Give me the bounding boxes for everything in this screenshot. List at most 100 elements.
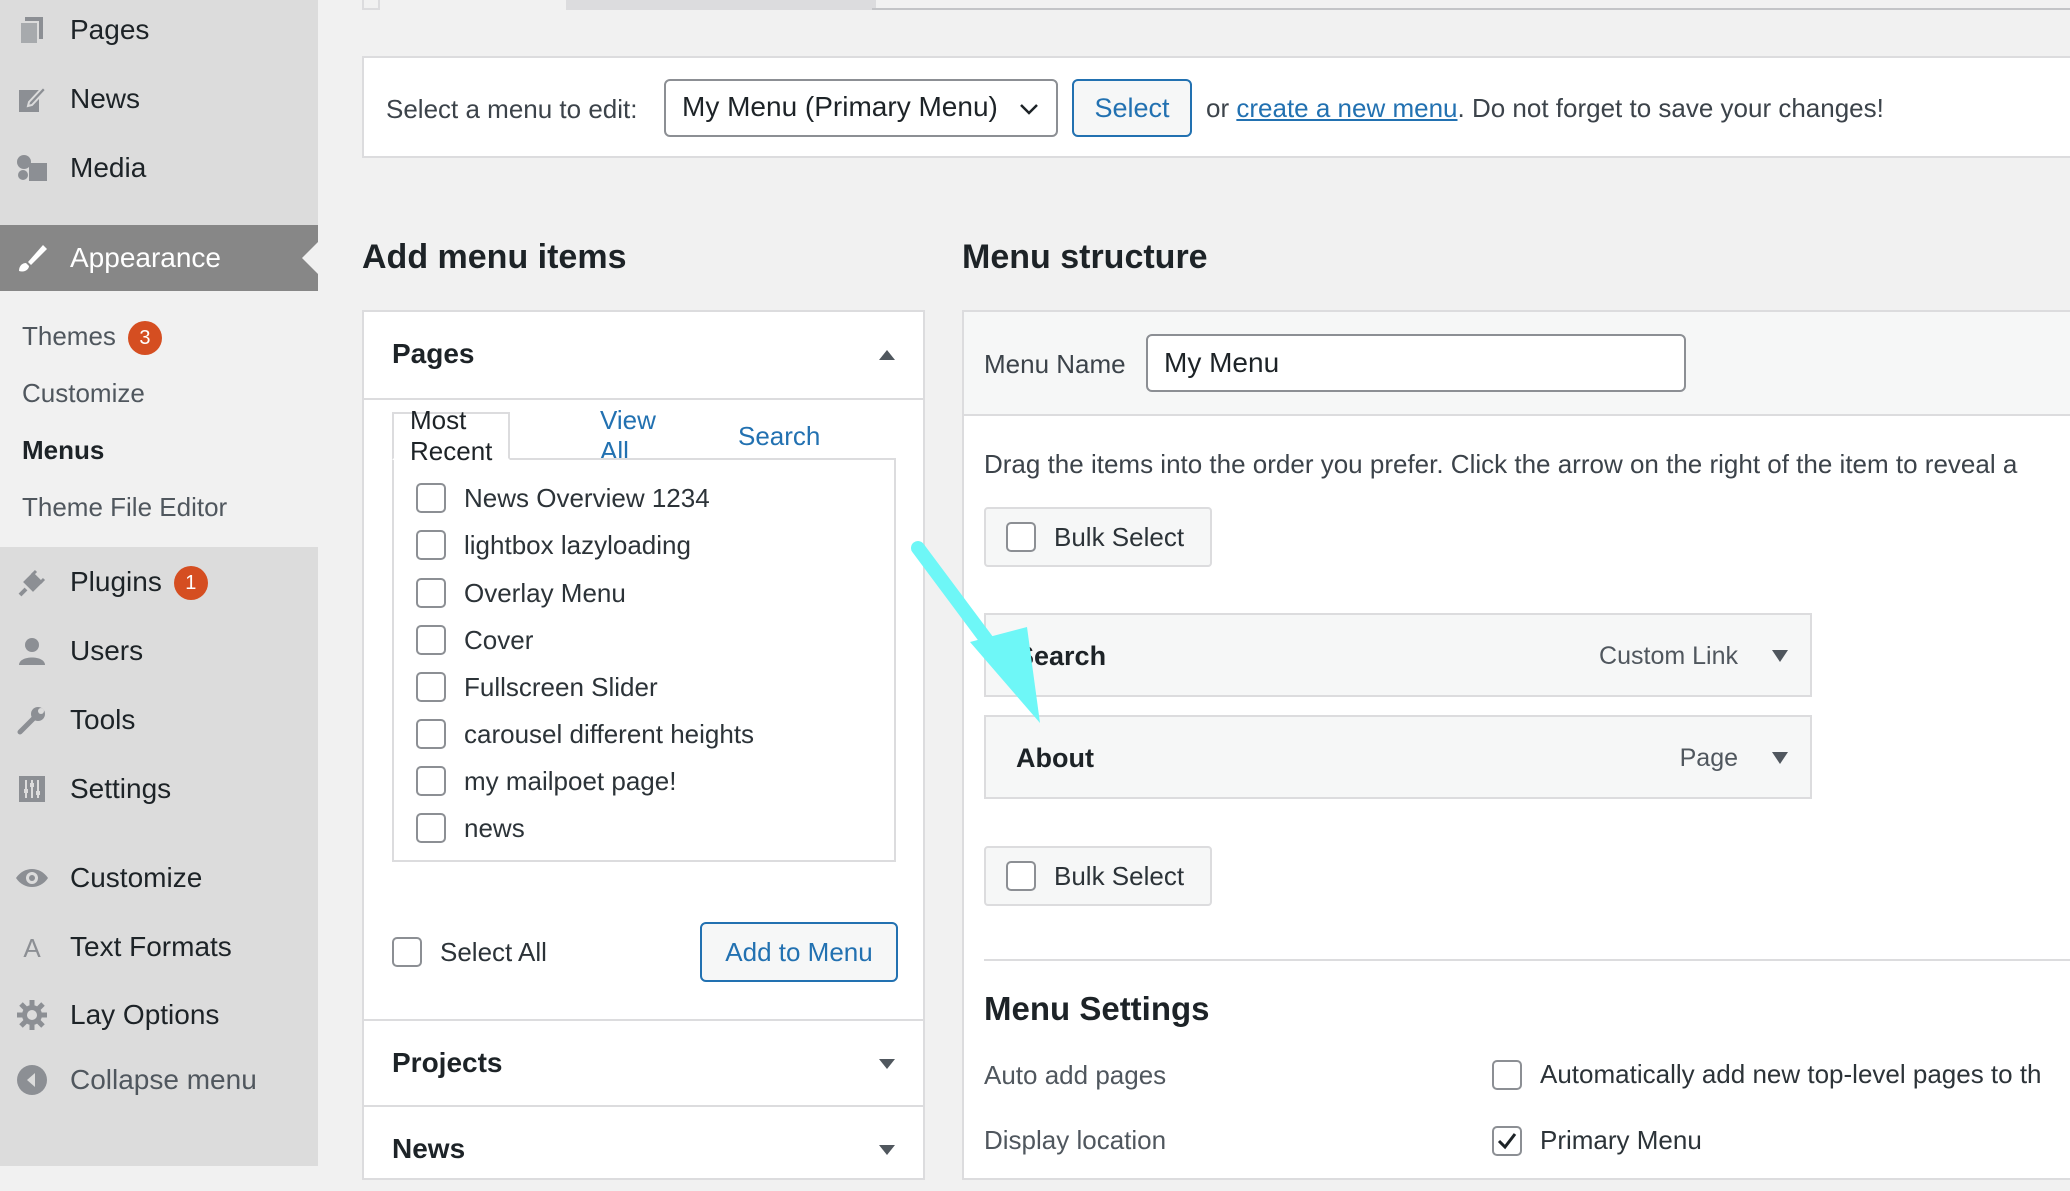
menu-select-dropdown[interactable]: My Menu (Primary Menu)	[664, 79, 1058, 137]
media-icon	[14, 150, 50, 186]
gear-icon	[14, 997, 50, 1033]
submenu-customize[interactable]: Customize	[22, 378, 145, 409]
add-to-menu-button[interactable]: Add to Menu	[700, 922, 898, 982]
checkbox[interactable]	[416, 625, 446, 655]
collapse-arrow-icon	[879, 350, 895, 360]
nav-item-customize[interactable]: Customize	[0, 848, 318, 908]
checkbox[interactable]	[416, 530, 446, 560]
nav-label: News	[70, 83, 141, 114]
nav-item-news[interactable]: News	[0, 69, 318, 129]
add-items-accordion: Pages Most Recent View All Search News O…	[362, 310, 925, 1180]
accordion-title: Pages	[392, 338, 475, 369]
list-item[interactable]: news	[416, 810, 525, 846]
divider	[964, 414, 2070, 416]
submenu-label: Customize	[22, 378, 145, 408]
list-item[interactable]: Cover	[416, 622, 533, 658]
nav-label: Pages	[70, 14, 150, 45]
appearance-submenu: Themes 3 Customize Menus Theme File Edito…	[0, 291, 318, 547]
nav-item-lay-options[interactable]: Lay Options	[0, 985, 318, 1045]
checkbox[interactable]	[1006, 861, 1036, 891]
nav-item-plugins[interactable]: Plugins 1	[0, 553, 318, 613]
list-item[interactable]: Fullscreen Slider	[416, 669, 658, 705]
menu-item-type: Custom Link	[1599, 642, 1738, 670]
menu-name-input[interactable]: My Menu	[1146, 334, 1686, 392]
display-location-label: Display location	[984, 1125, 1167, 1155]
projects-accordion-header[interactable]: Projects	[364, 1021, 923, 1105]
drag-instructions: Drag the items into the order you prefer…	[984, 449, 2018, 479]
select-button[interactable]: Select	[1072, 79, 1192, 137]
checkbox[interactable]	[416, 813, 446, 843]
tab-view-all[interactable]: View All	[600, 405, 656, 466]
checkbox[interactable]	[416, 672, 446, 702]
tabs-baseline	[872, 8, 2070, 10]
accordion-title: News	[392, 1133, 466, 1164]
nav-label: Media	[70, 152, 147, 183]
nav-label: Users	[70, 635, 144, 666]
auto-add-option[interactable]: Automatically add new top-level pages to…	[1492, 1059, 2042, 1090]
checkbox[interactable]	[416, 719, 446, 749]
nav-label: Lay Options	[70, 999, 220, 1030]
menu-settings-heading: Menu Settings	[984, 990, 1210, 1027]
submenu-label: Menus	[22, 435, 105, 465]
expand-arrow-icon	[879, 1145, 895, 1155]
menu-item-search[interactable]: Search Custom Link	[984, 613, 1812, 697]
menu-item-type: Page	[1679, 744, 1738, 772]
nav-label: Settings	[70, 773, 172, 804]
expand-arrow-icon	[879, 1059, 895, 1069]
tab-most-recent[interactable]: Most Recent	[392, 405, 511, 466]
tab-search[interactable]: Search	[738, 412, 820, 460]
nav-label: Text Formats	[70, 931, 232, 962]
tab-stub	[362, 0, 380, 10]
checkbox[interactable]	[416, 483, 446, 513]
toggle-arrow-icon[interactable]	[1772, 751, 1788, 769]
submenu-menus[interactable]: Menus	[22, 435, 104, 466]
divider	[364, 398, 923, 400]
bulk-select-bottom[interactable]: Bulk Select	[984, 846, 1212, 906]
list-item[interactable]: lightbox lazyloading	[416, 527, 691, 563]
tab-stub	[566, 0, 876, 10]
chevron-down-icon	[1018, 95, 1040, 127]
menu-item-about[interactable]: About Page	[984, 715, 1812, 799]
checkbox[interactable]	[416, 766, 446, 796]
auto-add-checkbox[interactable]	[1492, 1059, 1522, 1090]
submenu-theme-file-editor[interactable]: Theme File Editor	[22, 492, 227, 523]
primary-menu-option[interactable]: Primary Menu	[1492, 1125, 1702, 1156]
nav-label: Plugins 1	[70, 566, 208, 601]
update-badge: 1	[173, 566, 208, 601]
submenu-themes[interactable]: Themes 3	[22, 321, 162, 356]
select-menu-label: Select a menu to edit:	[386, 94, 638, 124]
list-item[interactable]: News Overview 1234	[416, 480, 710, 516]
select-all[interactable]: Select All	[392, 934, 547, 970]
collapse-menu-button[interactable]: Collapse menu	[0, 1050, 318, 1110]
users-icon	[14, 633, 50, 669]
toggle-arrow-icon[interactable]	[1772, 649, 1788, 667]
nav-label: Appearance	[70, 242, 222, 273]
wrench-icon	[14, 702, 50, 738]
primary-menu-checkbox[interactable]	[1492, 1125, 1522, 1156]
nav-item-settings[interactable]: Settings	[0, 759, 318, 819]
auto-add-text: Automatically add new top-level pages to…	[1540, 1059, 2042, 1089]
list-item[interactable]: carousel different heights	[416, 716, 754, 752]
nav-item-users[interactable]: Users	[0, 621, 318, 681]
list-item[interactable]: my mailpoet page!	[416, 763, 676, 799]
list-item[interactable]: Overlay Menu	[416, 575, 626, 611]
nav-item-tools[interactable]: Tools	[0, 690, 318, 750]
admin-sidebar: Pages News Media Appearance Themes 3 Cust…	[0, 0, 318, 1166]
pages-accordion-header[interactable]: Pages	[364, 312, 923, 398]
selected-menu-value: My Menu (Primary Menu)	[682, 91, 998, 122]
eye-icon	[14, 860, 50, 896]
pages-checklist[interactable]: News Overview 1234 lightbox lazyloading …	[392, 458, 896, 862]
news-accordion-header[interactable]: News	[364, 1107, 923, 1191]
nav-item-text-formats[interactable]: A Text Formats	[0, 917, 318, 977]
nav-item-media[interactable]: Media	[0, 138, 318, 198]
paintbrush-icon	[14, 240, 50, 276]
text-format-icon: A	[14, 929, 50, 965]
select-all-checkbox[interactable]	[392, 937, 422, 967]
plugin-icon	[14, 565, 50, 601]
checkbox[interactable]	[416, 578, 446, 608]
create-new-menu-link[interactable]: create a new menu	[1236, 93, 1457, 123]
nav-item-appearance[interactable]: Appearance	[0, 225, 318, 291]
divider	[984, 959, 2070, 961]
nav-item-pages[interactable]: Pages	[0, 0, 318, 60]
menu-name-label: Menu Name	[984, 349, 1126, 379]
